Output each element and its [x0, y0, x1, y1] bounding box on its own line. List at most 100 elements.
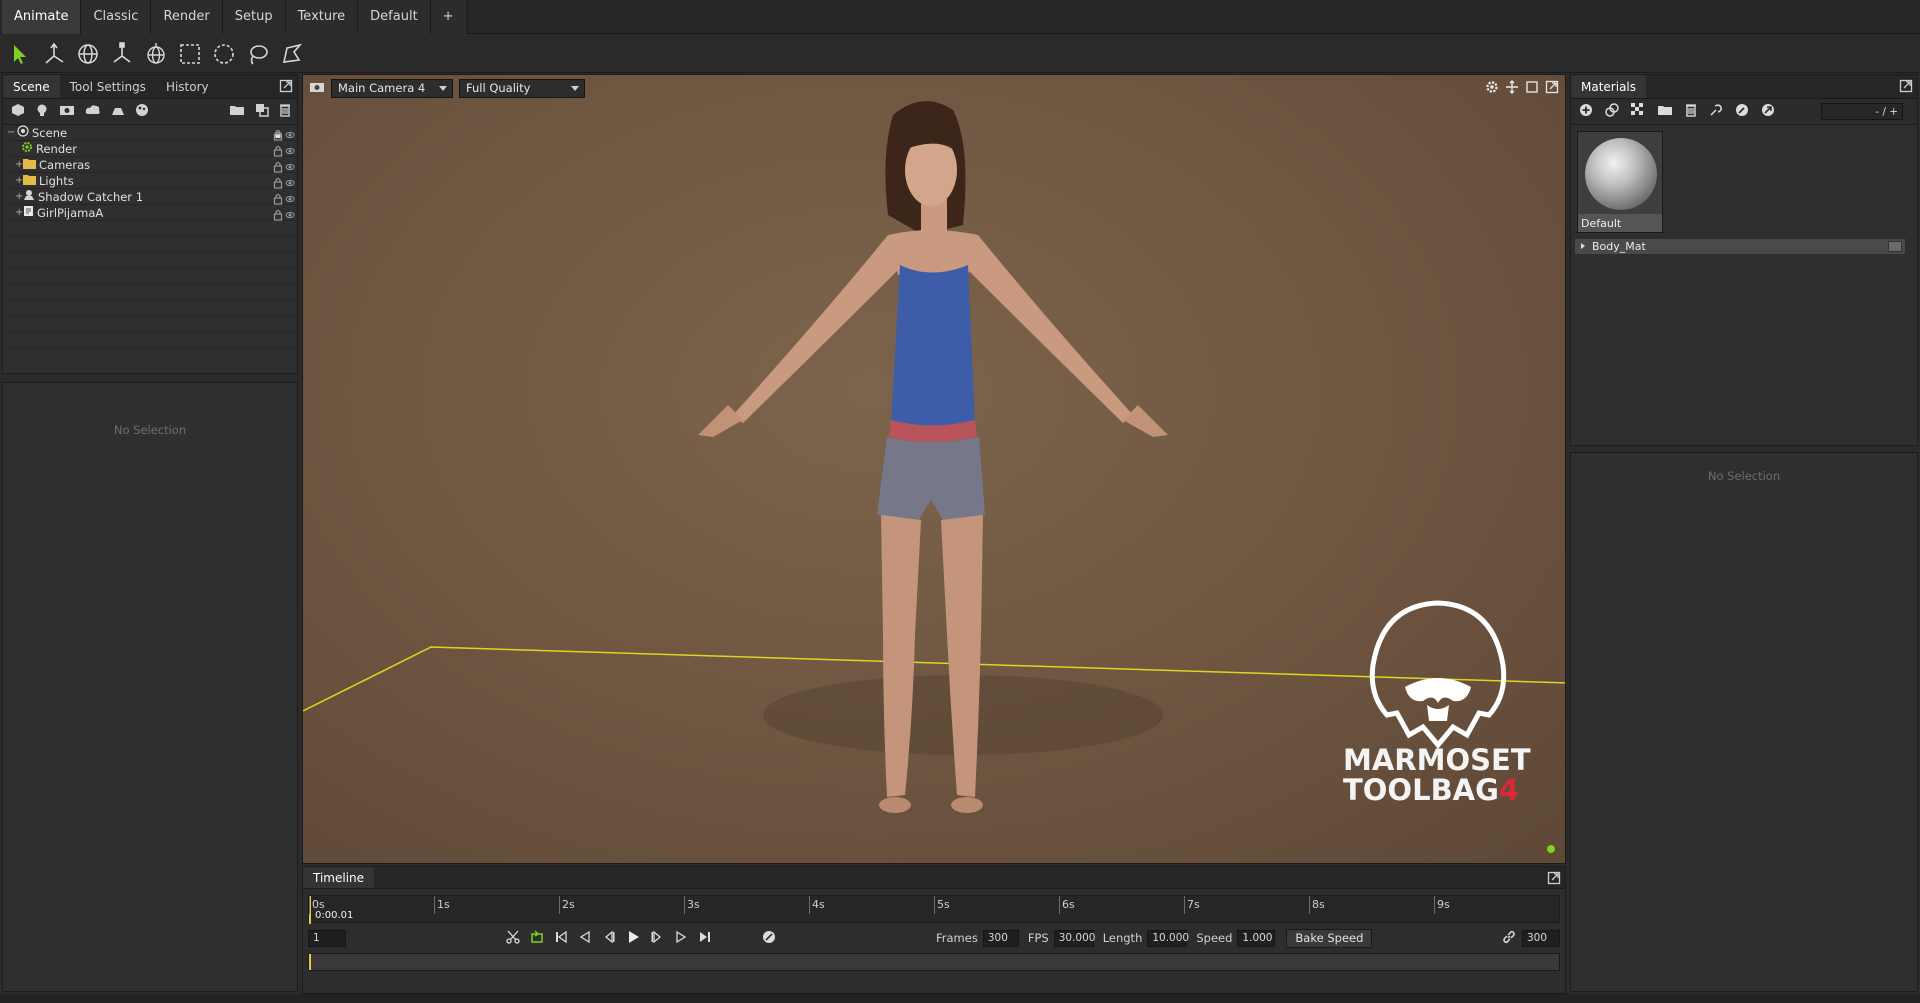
popout-icon[interactable]: [279, 79, 293, 93]
tab-materials[interactable]: Materials: [1571, 75, 1647, 98]
end-frame-field[interactable]: 300: [1522, 929, 1560, 947]
eye-icon[interactable]: [285, 129, 295, 142]
material-page-field[interactable]: - / +: [1821, 103, 1903, 120]
duplicate-material-icon[interactable]: [1605, 103, 1619, 120]
select-tool-icon[interactable]: [6, 40, 34, 68]
delete-icon[interactable]: [279, 103, 291, 120]
rotate-tool-icon[interactable]: [74, 40, 102, 68]
tab-scene[interactable]: Scene: [3, 75, 60, 98]
prev-key-icon[interactable]: [578, 930, 592, 947]
folder-icon[interactable]: [229, 103, 245, 120]
camera-dropdown[interactable]: Main Camera 4: [331, 78, 453, 98]
assign-material-icon[interactable]: [1709, 103, 1723, 120]
move-view-icon[interactable]: [1505, 80, 1519, 97]
lock-icon[interactable]: [273, 161, 283, 174]
manipulator-tool-icon[interactable]: [142, 40, 170, 68]
lock-icon[interactable]: [273, 145, 283, 158]
length-label: Length: [1102, 931, 1143, 945]
timeline-tabs: Timeline: [303, 867, 1565, 889]
tree-item-shadow-catcher[interactable]: + Shadow Catcher 1: [3, 189, 297, 205]
material-list-item[interactable]: Body_Mat: [1575, 239, 1905, 254]
popout-icon[interactable]: [1545, 80, 1559, 97]
skip-start-icon[interactable]: [554, 930, 568, 947]
tab-history[interactable]: History: [156, 75, 219, 98]
tool-bar: [0, 35, 1920, 73]
tab-animate[interactable]: Animate: [2, 0, 82, 34]
play-icon[interactable]: [626, 930, 640, 947]
add-mesh-icon[interactable]: [11, 103, 25, 120]
add-tab-button[interactable]: +: [430, 0, 467, 34]
polygon-select-icon[interactable]: [278, 40, 306, 68]
circle-select-icon[interactable]: [210, 40, 238, 68]
tree-item-girlpijamaa[interactable]: + GirlPijamaA: [3, 205, 297, 221]
next-key-icon[interactable]: [674, 930, 688, 947]
lock-icon[interactable]: [273, 209, 283, 222]
box-select-icon[interactable]: [176, 40, 204, 68]
tick-label: 3s: [687, 898, 700, 911]
eye-icon[interactable]: [285, 193, 295, 206]
scale-tool-icon[interactable]: [108, 40, 136, 68]
tree-item-render[interactable]: Render: [3, 141, 297, 157]
fps-field[interactable]: 30.000: [1053, 929, 1095, 947]
tab-texture[interactable]: Texture: [285, 0, 359, 34]
popout-icon[interactable]: [1899, 79, 1913, 93]
translate-tool-icon[interactable]: [40, 40, 68, 68]
lasso-select-icon[interactable]: [244, 40, 272, 68]
export-material-icon[interactable]: [1761, 103, 1775, 120]
material-thumbnail[interactable]: Default: [1577, 131, 1663, 233]
eye-icon[interactable]: [285, 177, 295, 190]
current-frame-field[interactable]: 1: [308, 929, 346, 947]
tab-classic[interactable]: Classic: [81, 0, 152, 34]
prev-frame-icon[interactable]: [602, 930, 616, 947]
tab-tool-settings[interactable]: Tool Settings: [60, 75, 156, 98]
lock-icon[interactable]: [273, 129, 283, 142]
tree-item-scene[interactable]: − Scene 🔒︎: [3, 125, 297, 141]
quality-dropdown[interactable]: Full Quality: [459, 78, 585, 98]
next-frame-icon[interactable]: [650, 930, 664, 947]
keyframe-track[interactable]: [308, 953, 1560, 971]
eye-icon[interactable]: [285, 145, 295, 158]
scissors-icon[interactable]: [506, 930, 520, 947]
add-sky-icon[interactable]: [85, 103, 101, 120]
status-indicator-dot: [1547, 845, 1555, 853]
lock-icon[interactable]: [273, 193, 283, 206]
material-sphere-preview: [1585, 138, 1657, 210]
frames-field[interactable]: 300: [982, 929, 1019, 947]
skip-end-icon[interactable]: [698, 930, 712, 947]
add-material-icon[interactable]: [135, 103, 149, 120]
camera-icon[interactable]: [309, 80, 325, 97]
bake-speed-button[interactable]: Bake Speed: [1286, 928, 1373, 948]
tab-render[interactable]: Render: [151, 0, 223, 34]
eye-icon[interactable]: [285, 161, 295, 174]
loop-icon[interactable]: [530, 929, 544, 947]
keyframe-mode-icon[interactable]: [762, 930, 776, 947]
tree-item-lights[interactable]: + Lights: [3, 173, 297, 189]
delete-icon[interactable]: [1685, 103, 1697, 120]
pick-material-icon[interactable]: [1735, 103, 1749, 120]
length-field[interactable]: 10.000: [1147, 929, 1189, 947]
add-light-icon[interactable]: [35, 103, 49, 120]
eye-icon[interactable]: [285, 209, 295, 222]
gear-icon[interactable]: [1485, 80, 1499, 97]
add-material-icon[interactable]: [1579, 103, 1593, 120]
material-name: Body_Mat: [1592, 240, 1646, 253]
add-camera-icon[interactable]: [59, 103, 75, 120]
add-shadow-catcher-icon[interactable]: [111, 103, 125, 120]
expand-arrow-icon[interactable]: [1579, 240, 1587, 253]
link-icon[interactable]: [1502, 930, 1516, 947]
speed-field[interactable]: 1.000: [1237, 929, 1276, 947]
maximize-icon[interactable]: [1525, 80, 1539, 97]
duplicate-icon[interactable]: [255, 103, 269, 120]
lock-icon[interactable]: [273, 177, 283, 190]
tab-setup[interactable]: Setup: [222, 0, 286, 34]
tab-default[interactable]: Default: [358, 0, 431, 34]
popout-icon[interactable]: [1547, 871, 1561, 885]
timeline-ruler[interactable]: 0s 1s 2s 3s 4s 5s 6s 7s 8s 9s 0:00.01: [308, 895, 1560, 924]
viewport[interactable]: Main Camera 4 Full Quality MARMOSET TOOL…: [302, 74, 1566, 864]
tick-label: 5s: [937, 898, 950, 911]
tab-timeline[interactable]: Timeline: [303, 867, 375, 888]
folder-icon[interactable]: [1657, 103, 1673, 120]
material-swatch: [1888, 241, 1902, 252]
tree-item-cameras[interactable]: + Cameras: [3, 157, 297, 173]
checker-icon[interactable]: [1631, 103, 1645, 120]
